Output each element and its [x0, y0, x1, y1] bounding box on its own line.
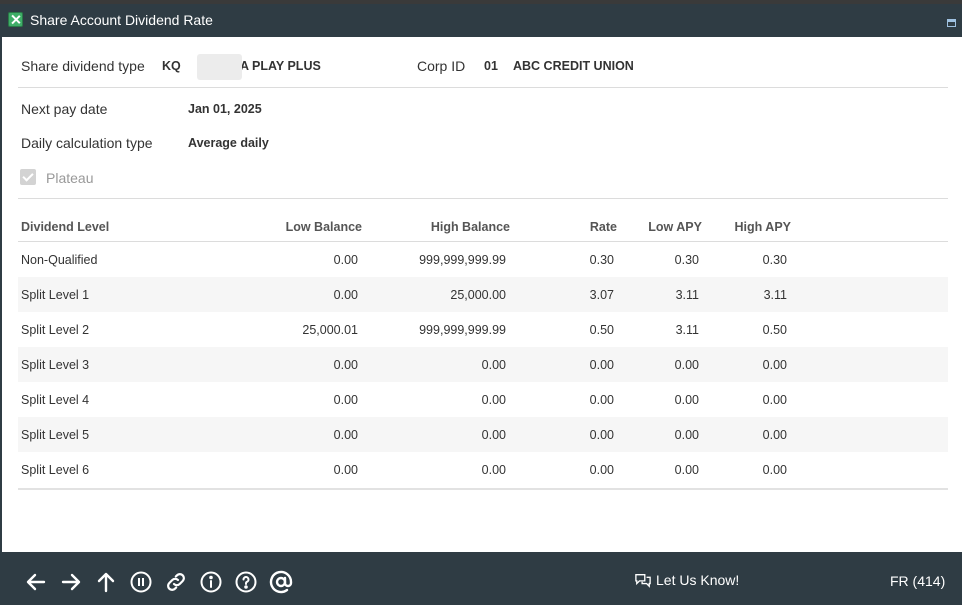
dividend-rate-table: Dividend Level Low Balance High Balance …	[18, 212, 948, 487]
cell-high-balance: 25,000.00	[362, 277, 510, 312]
cell-high-balance: 0.00	[362, 417, 510, 452]
table-row[interactable]: Non-Qualified 0.00 999,999,999.99 0.30 0…	[18, 242, 948, 278]
title-bar: Share Account Dividend Rate	[0, 4, 962, 37]
feedback-label: Let Us Know!	[656, 572, 740, 588]
cell-high-apy: 0.00	[762, 392, 787, 407]
next-pay-date-value: Jan 01, 2025	[188, 102, 262, 116]
column-header-high-balance: High Balance	[362, 212, 510, 242]
table-row[interactable]: Split Level 6 0.00 0.00 0.00 0.00 0.00	[18, 452, 948, 487]
cell-low-balance: 0.00	[333, 252, 358, 267]
share-dividend-type-code: KQ	[162, 59, 181, 73]
footer-toolbar: Let Us Know! FR (414)	[0, 552, 962, 605]
cell-dividend-level: Split Level 4	[21, 392, 90, 407]
column-header-low-apy: Low APY	[617, 212, 702, 242]
let-us-know-link[interactable]: Let Us Know!	[634, 572, 739, 588]
cell-high-balance: 0.00	[481, 462, 506, 477]
share-dividend-type-name: A PLAY PLUS	[240, 59, 321, 73]
redacted-region	[197, 54, 242, 80]
share-dividend-type-label: Share dividend type	[21, 58, 145, 74]
cell-spacer	[791, 277, 948, 312]
pause-icon[interactable]	[129, 570, 153, 594]
cell-spacer	[791, 382, 948, 417]
arrow-up-icon[interactable]	[94, 570, 118, 594]
cell-low-apy: 3.11	[675, 322, 699, 337]
cell-low-balance: 25,000.01	[302, 322, 358, 337]
column-header-low-balance: Low Balance	[181, 212, 362, 242]
cell-high-balance: 0.00	[362, 347, 510, 382]
corp-id-label: Corp ID	[417, 58, 466, 74]
app-icon	[8, 12, 23, 27]
table-row[interactable]: Split Level 1 0.00 25,000.00 3.07 3.11 3…	[18, 277, 948, 312]
cell-high-apy: 0.50	[762, 322, 787, 337]
info-icon[interactable]	[199, 570, 223, 594]
cell-high-apy: 0.30	[762, 252, 787, 267]
cell-spacer	[791, 312, 948, 347]
cell-high-apy: 0.00	[762, 462, 787, 477]
maximize-icon[interactable]	[947, 19, 956, 27]
arrow-right-icon[interactable]	[59, 570, 83, 594]
daily-calc-value: Average daily	[188, 136, 269, 150]
cell-low-balance: 0.00	[333, 392, 358, 407]
cell-dividend-level: Split Level 3	[18, 347, 181, 382]
cell-rate: 0.30	[589, 252, 614, 267]
column-header-rate: Rate	[510, 212, 617, 242]
cell-spacer	[791, 417, 948, 452]
arrow-left-icon[interactable]	[24, 570, 48, 594]
corp-id-value: 01	[484, 59, 498, 73]
cell-high-balance: 999,999,999.99	[419, 322, 506, 337]
cell-dividend-level: Non-Qualified	[21, 252, 98, 267]
link-icon[interactable]	[164, 570, 188, 594]
cell-rate: 0.50	[589, 322, 614, 337]
cell-rate: 0.00	[589, 392, 614, 407]
cell-rate: 0.00	[589, 462, 614, 477]
daily-calc-label: Daily calculation type	[21, 135, 153, 151]
cell-low-apy: 0.30	[674, 252, 699, 267]
cell-dividend-level: Split Level 2	[21, 322, 90, 337]
column-header-high-apy: High APY	[702, 212, 791, 242]
cell-high-balance: 0.00	[481, 392, 506, 407]
cell-low-balance: 0.00	[181, 417, 362, 452]
cell-rate: 0.00	[510, 417, 617, 452]
cell-low-balance: 0.00	[333, 462, 358, 477]
cell-spacer	[791, 242, 948, 278]
cell-spacer	[791, 347, 948, 382]
table-row[interactable]: Split Level 5 0.00 0.00 0.00 0.00 0.00	[18, 417, 948, 452]
cell-low-apy: 0.00	[674, 462, 699, 477]
cell-low-apy: 3.11	[617, 277, 702, 312]
cell-high-balance: 999,999,999.99	[419, 252, 506, 267]
cell-high-apy: 0.00	[702, 347, 791, 382]
cell-dividend-level: Split Level 6	[21, 462, 90, 477]
table-bottom-border	[18, 488, 948, 490]
cell-high-apy: 0.00	[702, 417, 791, 452]
cell-rate: 0.00	[510, 347, 617, 382]
cell-spacer	[791, 452, 948, 487]
cell-low-apy: 0.00	[617, 417, 702, 452]
table-header-row: Dividend Level Low Balance High Balance …	[18, 212, 948, 242]
at-icon[interactable]	[269, 570, 293, 594]
help-icon[interactable]	[234, 570, 258, 594]
cell-low-apy: 0.00	[617, 347, 702, 382]
cell-low-balance: 0.00	[181, 277, 362, 312]
plateau-checkbox[interactable]	[20, 169, 36, 185]
next-pay-date-label: Next pay date	[21, 101, 108, 117]
cell-rate: 3.07	[510, 277, 617, 312]
cell-dividend-level: Split Level 1	[18, 277, 181, 312]
divider	[18, 198, 948, 199]
screen-code: FR (414)	[890, 573, 946, 589]
cell-low-balance: 0.00	[181, 347, 362, 382]
window-title: Share Account Dividend Rate	[30, 12, 213, 28]
corp-name: ABC CREDIT UNION	[513, 59, 634, 73]
table-row[interactable]: Split Level 3 0.00 0.00 0.00 0.00 0.00	[18, 347, 948, 382]
cell-dividend-level: Split Level 5	[18, 417, 181, 452]
plateau-label: Plateau	[46, 170, 94, 186]
column-header-dividend-level: Dividend Level	[18, 212, 181, 242]
cell-low-apy: 0.00	[674, 392, 699, 407]
divider	[18, 87, 948, 88]
column-header-spacer	[791, 212, 948, 242]
feedback-chat-icon	[635, 574, 651, 588]
table-row[interactable]: Split Level 2 25,000.01 999,999,999.99 0…	[18, 312, 948, 347]
cell-high-apy: 3.11	[702, 277, 791, 312]
table-row[interactable]: Split Level 4 0.00 0.00 0.00 0.00 0.00	[18, 382, 948, 417]
